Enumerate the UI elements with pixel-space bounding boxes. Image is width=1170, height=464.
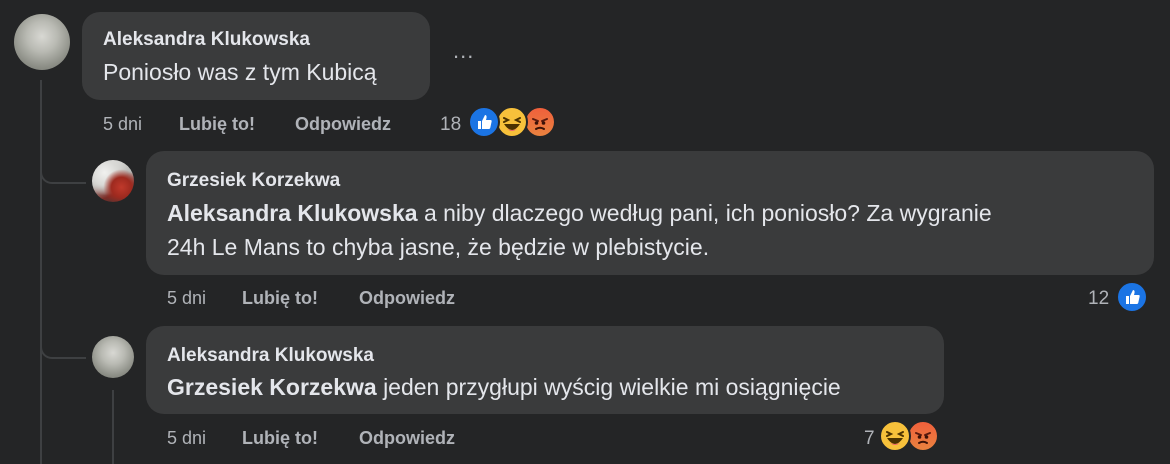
like-icon[interactable] [468, 106, 500, 138]
like-icon[interactable] [1116, 281, 1148, 313]
thread-branch-2 [40, 325, 86, 359]
haha-icon[interactable] [496, 106, 528, 138]
comment-text-line-1: Grzesiek Korzekwa jeden przygłupi wyścig… [167, 371, 841, 403]
comment-text-line-1: Aleksandra Klukowska a niby dlaczego wed… [167, 197, 992, 229]
comment-text: Poniosło was z tym Kubicą [103, 59, 377, 85]
like-button[interactable]: Lubię to! [242, 288, 318, 309]
comment-text: a niby dlaczego według pani, ich poniosł… [423, 200, 992, 226]
comment-time[interactable]: 5 dni [167, 288, 206, 309]
mention-link[interactable]: Aleksandra Klukowska [167, 200, 418, 226]
like-button[interactable]: Lubię to! [242, 428, 318, 449]
angry-icon[interactable] [907, 420, 939, 452]
avatar[interactable] [14, 14, 70, 70]
like-button[interactable]: Lubię to! [179, 114, 255, 135]
haha-icon[interactable] [879, 420, 911, 452]
comment-time[interactable]: 5 dni [103, 114, 142, 135]
reaction-count[interactable]: 7 [864, 428, 875, 450]
comment-author[interactable]: Aleksandra Klukowska [167, 345, 374, 367]
thread-line-sub [112, 390, 114, 464]
more-options-icon[interactable]: ... [453, 38, 474, 64]
comment-text-line-2: 24h Le Mans to chyba jasne, że będzie w … [167, 234, 710, 260]
comment-text: jeden przygłupi wyścig wielkie mi osiągn… [383, 374, 841, 400]
comment-author[interactable]: Aleksandra Klukowska [103, 29, 310, 51]
comment-author[interactable]: Grzesiek Korzekwa [167, 170, 340, 192]
thread-line-main [40, 80, 42, 464]
avatar[interactable] [92, 336, 134, 378]
reaction-count[interactable]: 12 [1088, 288, 1109, 310]
reply-button[interactable]: Odpowiedz [295, 114, 391, 135]
avatar[interactable] [92, 160, 134, 202]
reply-button[interactable]: Odpowiedz [359, 288, 455, 309]
reaction-count[interactable]: 18 [440, 114, 461, 136]
thread-branch-1 [40, 150, 86, 184]
mention-link[interactable]: Grzesiek Korzekwa [167, 374, 377, 400]
comment-time[interactable]: 5 dni [167, 428, 206, 449]
angry-icon[interactable] [524, 106, 556, 138]
reply-button[interactable]: Odpowiedz [359, 428, 455, 449]
